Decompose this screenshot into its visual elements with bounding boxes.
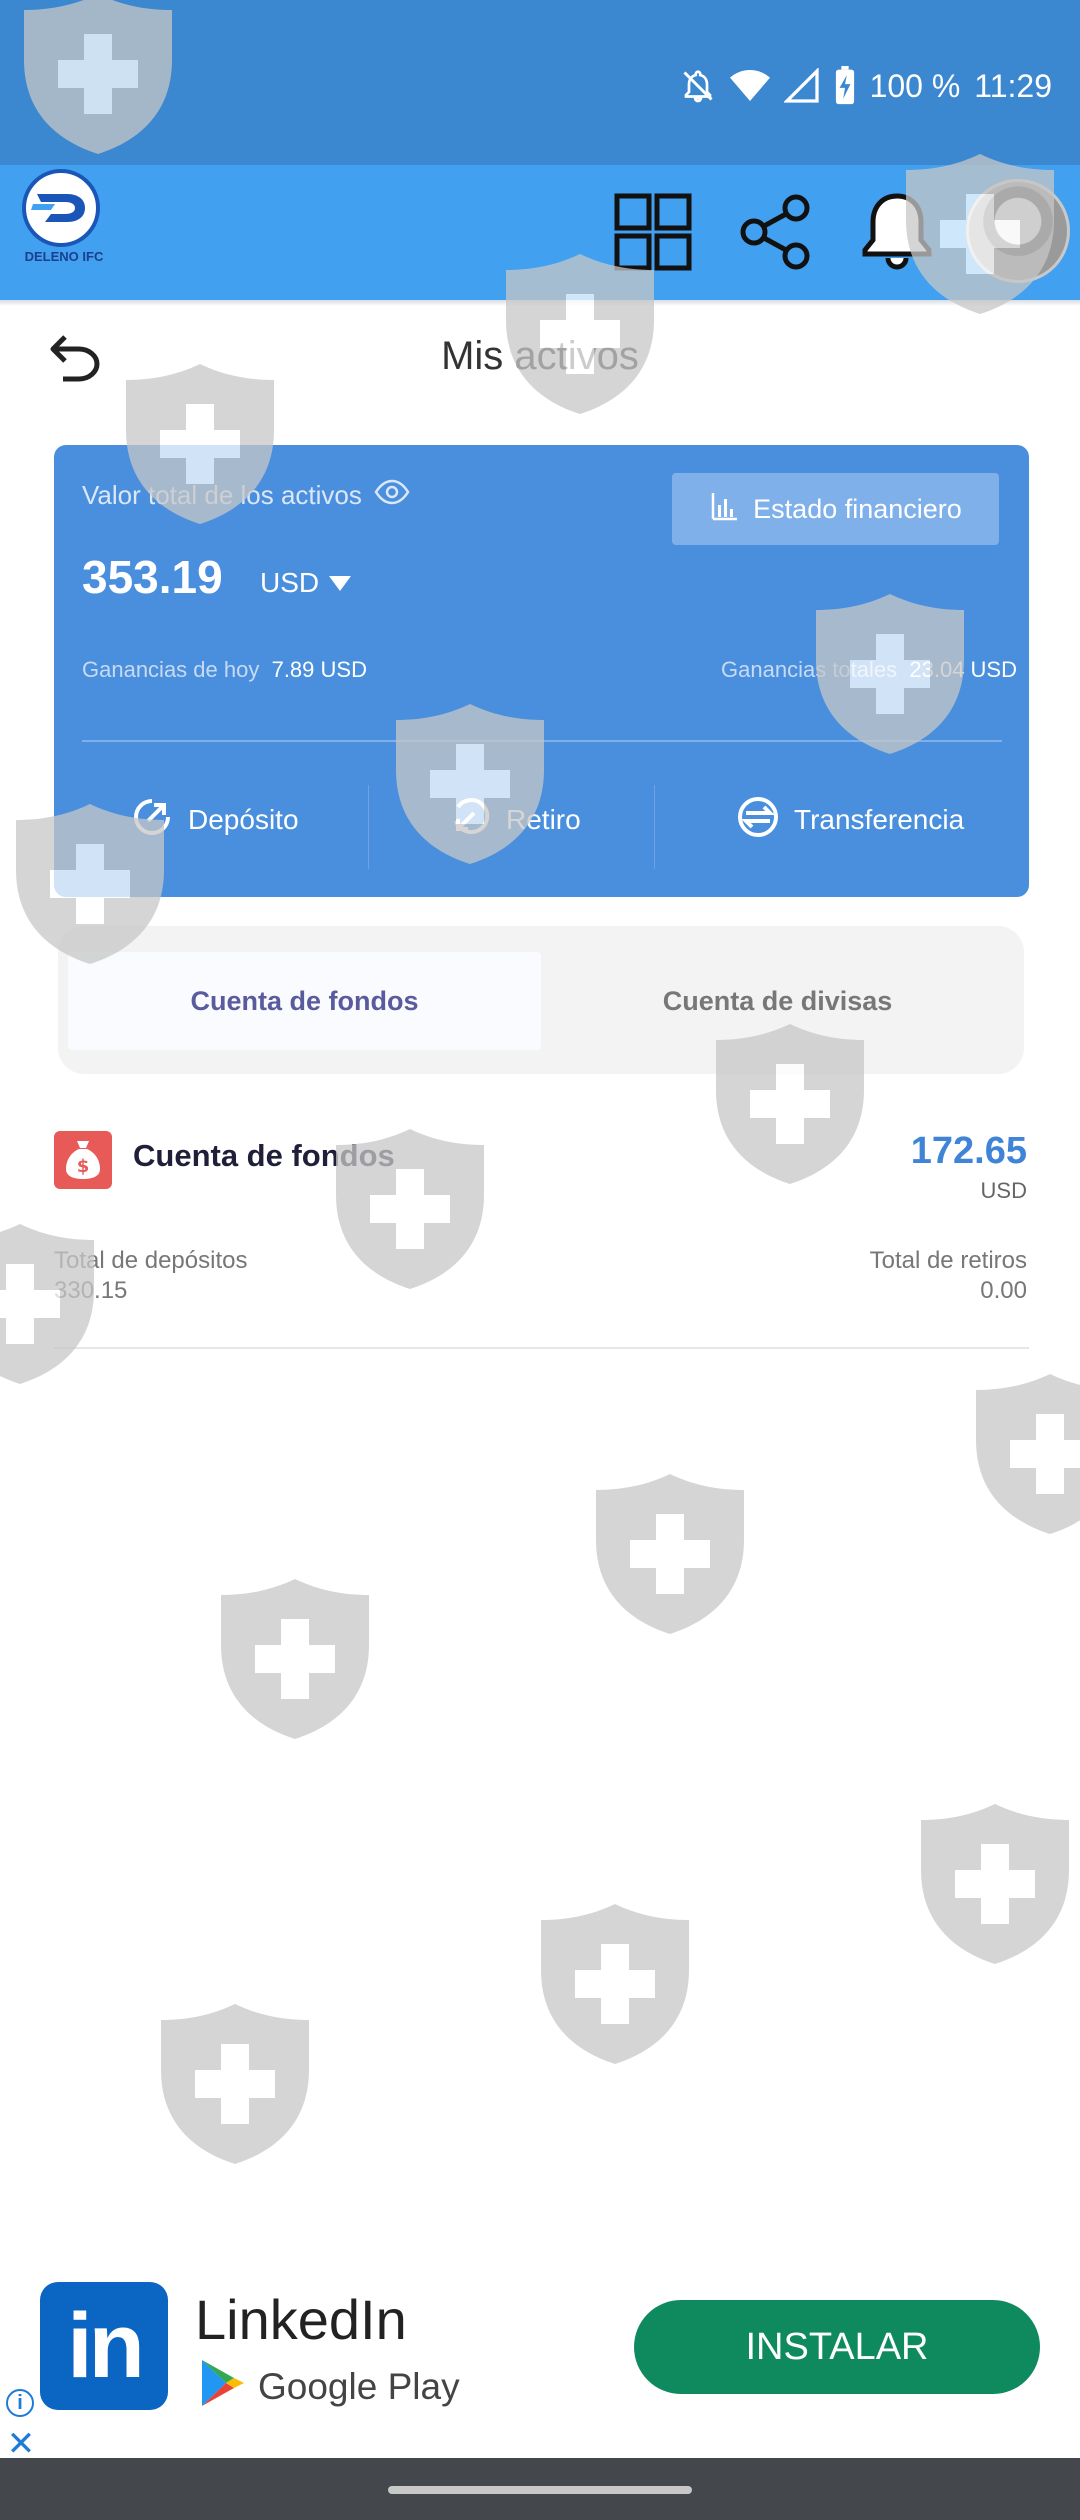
currency-selector[interactable]: USD (260, 567, 352, 599)
logo-text: DELENO IFC (24, 249, 104, 264)
asset-label: Valor total de los activos (82, 480, 362, 510)
ad-info-icon[interactable]: i (6, 2389, 34, 2417)
action-separator (368, 785, 369, 869)
currency-label: USD (260, 567, 320, 598)
deposit-icon (130, 795, 174, 846)
tab-fund-account[interactable]: Cuenta de fondos (68, 952, 541, 1050)
watermark-shield-icon (921, 1804, 1069, 1964)
withdraw-label: Retiro (506, 804, 581, 835)
wifi-icon (729, 68, 770, 104)
today-earnings: Ganancias de hoy 7.89 USD (82, 657, 367, 683)
install-button[interactable]: INSTALAR (634, 2300, 1040, 2394)
logo-icon (22, 169, 100, 247)
status-icons: 100 % 11:29 (680, 62, 1052, 110)
page-title: Mis activos (441, 334, 639, 378)
watermark-shield-icon (541, 1904, 689, 2064)
linkedin-logo-icon[interactable]: in (40, 2282, 168, 2410)
total-deposits-label: Total de depósitos (54, 1247, 248, 1274)
total-withdrawals-label: Total de retiros (869, 1247, 1027, 1274)
share-icon[interactable] (731, 187, 821, 277)
money-bag-icon: $ (54, 1131, 112, 1189)
tab-currency-account[interactable]: Cuenta de divisas (541, 952, 1014, 1050)
ad-title[interactable]: LinkedIn (195, 2287, 407, 2352)
signal-icon (783, 68, 820, 104)
header-shadow (0, 300, 1080, 306)
fund-divider (54, 1347, 1029, 1349)
battery-charging-icon (834, 66, 856, 106)
deposit-button[interactable]: Depósito (130, 785, 299, 855)
deposit-label: Depósito (188, 804, 299, 835)
today-earnings-label: Ganancias de hoy (82, 657, 260, 682)
fund-account-unit: USD (980, 1178, 1027, 1203)
ad-store-label: Google Play (258, 2366, 460, 2407)
asset-card: Valor total de los activos Estado financ… (54, 445, 1029, 897)
financial-statement-button[interactable]: Estado financiero (672, 473, 999, 545)
avatar[interactable] (966, 179, 1070, 283)
bar-chart-icon (709, 491, 739, 528)
total-earnings-label: Ganancias totales (721, 657, 898, 682)
financial-statement-label: Estado financiero (753, 493, 962, 524)
bell-icon[interactable] (852, 187, 942, 277)
total-balance: 353.19 (82, 551, 223, 603)
total-withdrawals-value: 0.00 (980, 1277, 1027, 1304)
transfer-icon (736, 795, 780, 846)
ad-banner[interactable]: in LinkedIn Google Play INSTALAR i ✕ (0, 2267, 1080, 2463)
total-earnings-value: 23.04 USD (909, 657, 1017, 682)
eye-icon[interactable] (374, 479, 410, 512)
today-earnings-value: 7.89 USD (271, 657, 367, 682)
svg-text:$: $ (77, 1156, 90, 1177)
fund-account-title: Cuenta de fondos (133, 1138, 395, 1173)
caret-down-icon (329, 567, 352, 599)
withdraw-icon (448, 795, 492, 846)
withdraw-button[interactable]: Retiro (448, 785, 581, 855)
grid-icon[interactable] (608, 187, 698, 277)
home-handle[interactable] (388, 2486, 692, 2494)
ad-close-icon[interactable]: ✕ (6, 2425, 36, 2463)
clock: 11:29 (974, 67, 1052, 104)
watermark-shield-icon (596, 1474, 744, 1634)
transfer-button[interactable]: Transferencia (736, 785, 964, 855)
app-header: DELENO IFC (0, 165, 1080, 300)
watermark-shield-icon (161, 2004, 309, 2164)
transfer-label: Transferencia (794, 804, 965, 835)
notifications-off-icon (680, 68, 716, 104)
total-deposits-value: 330.15 (54, 1277, 128, 1304)
total-earnings: Ganancias totales 23.04 USD (721, 657, 1017, 683)
watermark-shield-icon (221, 1579, 369, 1739)
account-tabs: Cuenta de fondos Cuenta de divisas (58, 926, 1024, 1074)
card-divider (82, 740, 1002, 742)
system-nav-bar (0, 2458, 1080, 2520)
action-separator (654, 785, 655, 869)
ad-store: Google Play (200, 2357, 460, 2417)
asset-label-row: Valor total de los activos (82, 479, 410, 512)
fund-account-amount: 172.65 (910, 1130, 1027, 1172)
battery-percent: 100 % (869, 67, 961, 104)
app-logo[interactable]: DELENO IFC (18, 165, 106, 270)
google-play-icon (200, 2358, 246, 2417)
status-bar: 100 % 11:29 (0, 0, 1080, 165)
watermark-shield-icon (976, 1374, 1080, 1534)
